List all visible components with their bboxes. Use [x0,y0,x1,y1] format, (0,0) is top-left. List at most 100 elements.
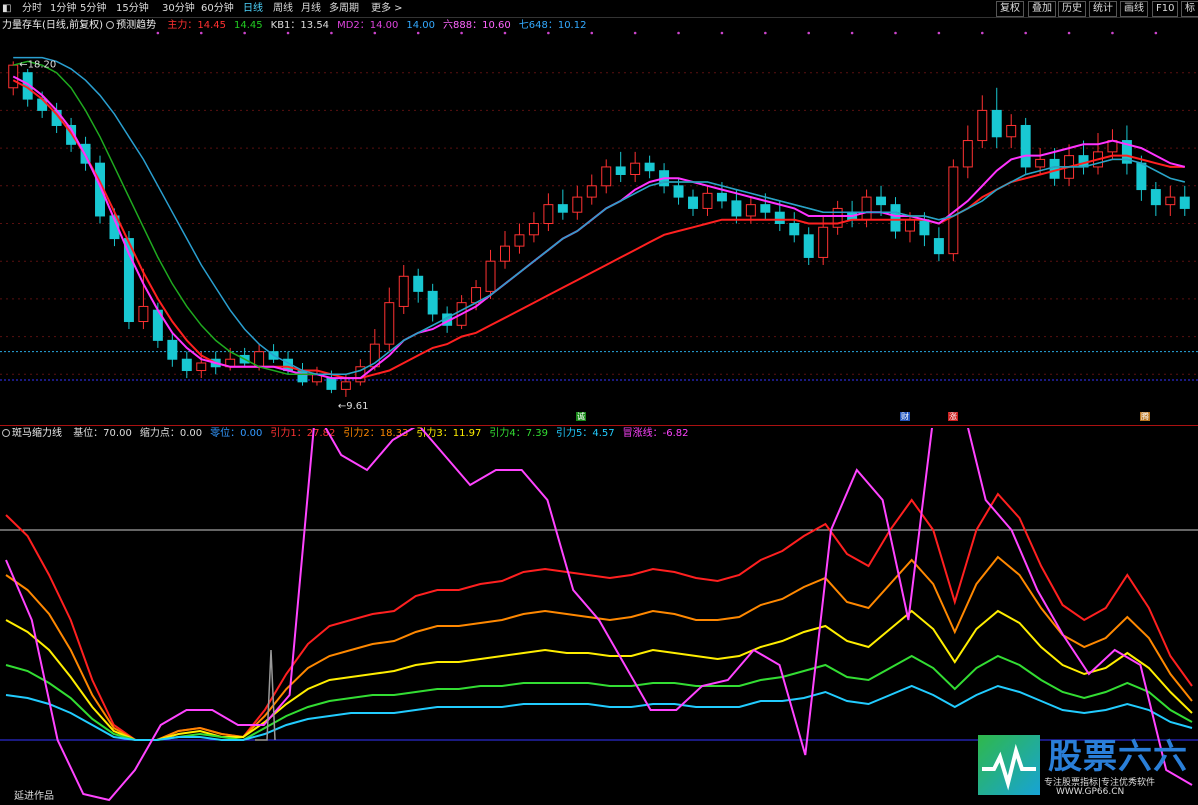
candle-body [919,219,930,236]
candle-body [991,109,1002,138]
panel-divider [0,425,1198,426]
marker-dot [720,31,724,35]
candle-body [615,166,626,175]
candle-body [572,196,583,213]
indicator-line-3 [5,654,1193,742]
low-label: ←9.61 [338,401,369,412]
candle-body [861,196,872,221]
marker-dot [1111,31,1114,35]
toolbar-right-item-1[interactable]: 叠加 [1028,1,1056,17]
marker-dot [373,31,377,35]
watermark-logo-icon [978,735,1040,795]
marker-dot [1154,31,1158,35]
candle-body [745,204,756,217]
candle-body [673,185,684,198]
watermark-title: 股票六六 [1048,737,1188,777]
candle-body [1020,124,1031,168]
marker-dot [330,31,333,35]
candle-body [427,290,438,315]
marker-dot [460,31,463,35]
toolbar-item-11[interactable]: 更多 > [371,1,403,16]
candle-body [876,196,887,206]
candle-body [1078,155,1089,168]
candle-body [326,377,337,390]
marker-dot [1024,31,1027,35]
marker-dot [547,31,550,35]
toolbar-item-5[interactable]: 30分钟 [162,1,195,16]
marker-dot [980,31,984,35]
top-toolbar: ◧ 分时 1分钟 5分钟 15分钟 30分钟 60分钟 日线 周线 月线 多周期 更多 > 复权 叠加 历史… [0,0,1198,18]
toolbar-item-7[interactable]: 日线 [243,1,263,16]
candle-body [340,381,351,390]
candle-body [1049,158,1060,179]
candle-body [196,362,207,372]
candle-body [1006,124,1017,138]
candle-body [774,211,785,225]
toolbar-item-1[interactable]: 分时 [22,1,42,16]
indicator-line-2 [5,609,1193,741]
toolbar-item-8[interactable]: 周线 [273,1,293,16]
candle-body [716,192,727,202]
signal-marker-3[interactable]: 腾 [1140,412,1150,421]
candle-body [398,275,409,307]
candle-body [413,275,424,292]
marker-dot [850,31,854,35]
toolbar-item-2[interactable]: 1分钟 [50,1,76,16]
marker-dot [243,31,246,35]
signal-marker-0[interactable]: 诚 [576,412,586,421]
toolbar-right-item-2[interactable]: 历史 [1058,1,1086,17]
candle-body [297,370,308,383]
candle-body [688,196,698,209]
toolbar-right-item-5[interactable]: F10 [1152,1,1179,17]
price-chart[interactable]: ←18.20 ←9.61 [0,17,1198,427]
candle-body [384,302,395,345]
marker-dot [156,31,160,35]
signal-marker-2[interactable]: 涨 [948,412,958,421]
candle-body [1150,189,1161,206]
candle-body [1136,162,1147,191]
watermark: 股票六六 专注股票指标|专注优秀软件 WWW.GP66.CN [978,733,1190,799]
candle-body [485,260,496,292]
marker-dot [286,31,290,35]
candle-body [500,245,510,262]
toolbar-item-6[interactable]: 60分钟 [201,1,234,16]
marker-dot [633,31,637,35]
candle-body [528,223,539,236]
high-label: ←18.20 [19,59,56,70]
watermark-url: WWW.GP66.CN [1056,787,1125,797]
toolbar-item-9[interactable]: 月线 [301,1,321,16]
candle-body [789,223,800,236]
marker-dot [807,31,811,35]
marker-dot [503,31,507,35]
candle-body [1035,158,1046,168]
toolbar-right-item-4[interactable]: 画线 [1120,1,1148,17]
author-footer: 延进作品 [14,791,54,802]
toolbar-item-4[interactable]: 15分钟 [116,1,149,16]
candle-body [138,305,149,323]
candle-body [601,166,612,187]
signal-marker-1[interactable]: 财 [900,412,910,421]
indicator-line-0 [5,492,1193,741]
toolbar-item-3[interactable]: 5分钟 [80,1,106,16]
candle-body [181,358,192,372]
marker-dot [764,31,767,35]
toolbar-item-10[interactable]: 多周期 [329,1,359,16]
toolbar-right-item-6[interactable]: 标 [1181,1,1198,17]
candle-body [1165,196,1176,206]
candle-body [760,204,771,213]
ma-line-0 [12,79,1185,380]
grid [0,72,1198,375]
toolbar-right-item-0[interactable]: 复权 [996,1,1024,17]
candle-body [803,234,814,258]
candle-body [543,204,554,224]
ma-line-1 [12,75,1186,380]
candle-body [644,162,655,172]
toolbar-item-0[interactable]: ◧ [2,1,11,16]
candle-body [1179,196,1190,209]
marker-dot [416,31,420,35]
candle-body [37,98,48,111]
marker-dot [1067,31,1071,35]
candle-body [630,162,641,175]
candle-body [167,339,178,360]
toolbar-right-item-3[interactable]: 统计 [1089,1,1117,17]
